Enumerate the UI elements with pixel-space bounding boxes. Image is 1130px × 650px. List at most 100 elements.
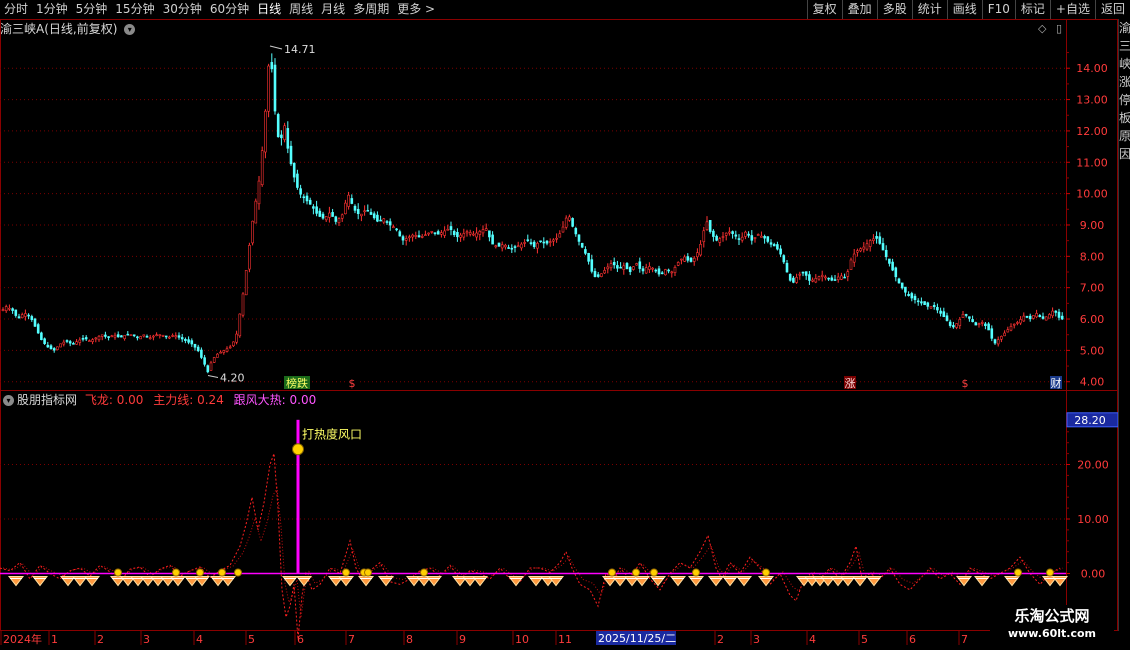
candle-body <box>836 276 840 281</box>
candle-body <box>593 271 597 278</box>
candle-body <box>443 230 446 236</box>
candle-body <box>881 243 885 251</box>
candle-body <box>820 274 824 277</box>
candle-body <box>571 218 574 227</box>
candle-body <box>516 245 520 248</box>
candle-body <box>824 276 827 279</box>
candle-body <box>276 114 280 138</box>
candle-body <box>251 220 254 244</box>
candle-body <box>929 306 933 309</box>
time-axis-label: 6 <box>909 633 916 646</box>
chevron-down-icon[interactable]: ▾ <box>3 395 14 406</box>
candle-body <box>564 217 568 228</box>
candle-body <box>171 335 174 337</box>
candle-body <box>356 208 360 214</box>
candle-body <box>776 244 779 250</box>
candle-body <box>606 266 610 270</box>
candle-body <box>1028 315 1032 320</box>
candle-body <box>545 240 549 244</box>
diamond-signal-icon <box>193 576 211 587</box>
candle-body <box>926 302 930 307</box>
candle-body <box>379 219 382 222</box>
candle-body <box>504 244 507 248</box>
candle-body <box>728 231 731 234</box>
candle-body <box>398 231 402 237</box>
diamond-signal-icon <box>337 576 355 587</box>
diamond-signal-icon <box>71 576 89 587</box>
candle-body <box>680 258 683 261</box>
side-strip-char: 涨 <box>1119 75 1130 89</box>
time-axis-label: 7 <box>348 633 355 646</box>
candle-body <box>235 333 238 343</box>
time-axis-label: 2 <box>717 633 724 646</box>
diamond-signal-icon <box>721 576 739 587</box>
candle-body <box>200 349 203 358</box>
candle-body <box>1044 316 1048 321</box>
diamond-signal-icon <box>357 576 375 587</box>
price-tick-label: 11.00 <box>1076 156 1108 169</box>
candle-body <box>184 338 187 341</box>
candle-body <box>152 335 155 338</box>
candle-body <box>1054 310 1058 313</box>
candle-body <box>840 275 843 280</box>
candle-body <box>724 232 728 236</box>
candle-body <box>875 236 878 239</box>
time-axis-label: 3 <box>753 633 760 646</box>
candle-body <box>481 229 485 234</box>
candle-body <box>363 210 366 213</box>
candle-body <box>59 343 62 348</box>
money-bag-small-icon <box>420 568 428 577</box>
candle-body <box>75 341 78 345</box>
candle-body <box>132 334 136 337</box>
candle-body <box>811 279 814 282</box>
candle-body <box>43 338 46 344</box>
candle-body <box>401 236 405 241</box>
side-info-strip[interactable]: 渝三峡涨停板原因 <box>1118 19 1130 631</box>
main-chart[interactable]: 4.005.006.007.008.009.0010.0011.0012.001… <box>0 0 1118 650</box>
candle-body <box>17 316 21 319</box>
candle-body <box>232 341 235 347</box>
indicator-tick-label: 20.00 <box>1077 459 1109 472</box>
candle-body <box>433 232 437 234</box>
candle-body <box>945 315 949 321</box>
candle-body <box>212 357 216 363</box>
candle-body <box>584 249 587 254</box>
candle-body <box>376 214 379 222</box>
candle-body <box>641 268 645 272</box>
site-watermark: 乐淘公式网 www.60lt.com <box>990 605 1114 647</box>
candle-body <box>913 295 917 300</box>
candle-body <box>36 324 40 334</box>
candle-body <box>936 307 939 311</box>
diamond-signal-icon <box>471 576 489 587</box>
event-marker-label: 榜跌 <box>286 376 308 390</box>
candle-body <box>638 261 642 269</box>
candle-body <box>814 278 818 283</box>
candle-body <box>782 255 786 263</box>
candle-body <box>116 334 120 338</box>
candle-body <box>1 309 5 312</box>
candle-body <box>1051 310 1054 317</box>
low-price-label: 4.20 <box>220 371 245 384</box>
candle-body <box>993 339 997 344</box>
candle-body <box>488 230 491 238</box>
candle-body <box>510 247 514 250</box>
candle-body <box>859 248 862 252</box>
candle-body <box>472 233 475 236</box>
money-bag-small-icon <box>1046 568 1054 577</box>
candle-body <box>120 335 123 338</box>
candle-body <box>388 221 392 226</box>
candle-body <box>248 245 251 270</box>
candle-body <box>497 242 501 247</box>
candle-body <box>526 239 530 242</box>
candle-body <box>657 268 661 275</box>
candle-body <box>273 64 277 112</box>
candle-body <box>852 253 856 263</box>
candle-body <box>264 110 267 153</box>
side-strip-char: 峡 <box>1119 57 1130 71</box>
indicator-header: ▾ 股朋指标网 飞龙: 0.00 主力线: 0.24 跟风大热: 0.00 <box>0 392 316 408</box>
candle-body <box>600 273 603 277</box>
candle-body <box>337 218 341 224</box>
candle-body <box>136 336 139 339</box>
candle-body <box>91 339 94 342</box>
candle-body <box>475 232 478 238</box>
